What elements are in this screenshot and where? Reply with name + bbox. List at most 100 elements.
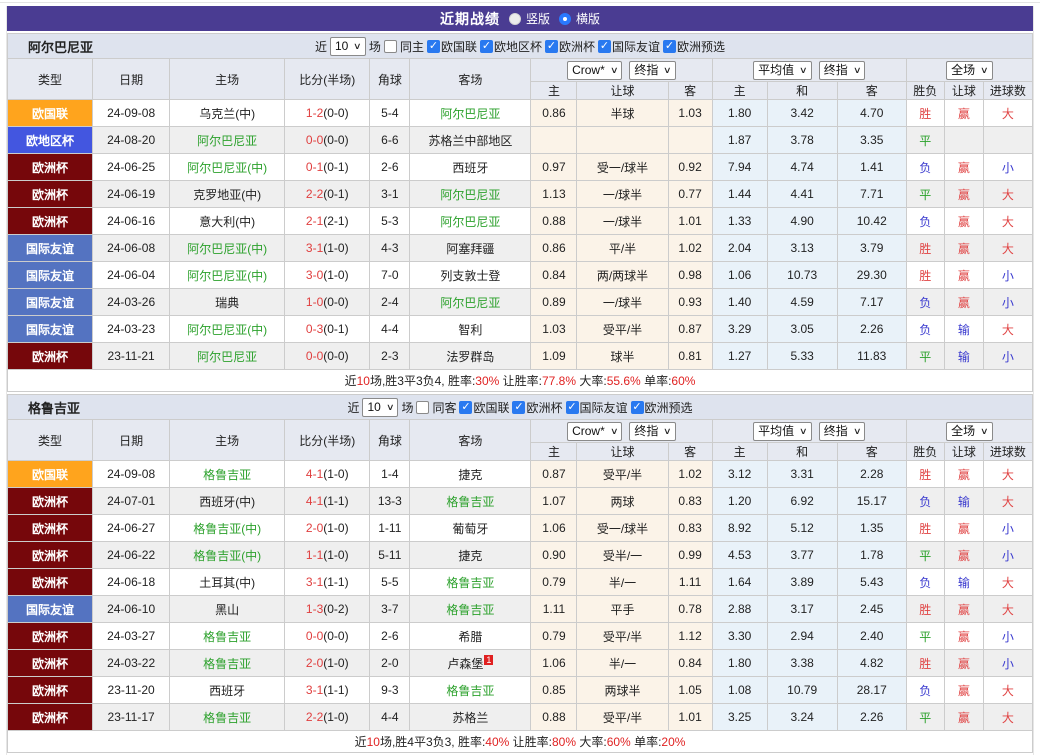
league-checkbox[interactable]: ✓ — [598, 40, 611, 53]
avg-away-odds: 2.40 — [837, 623, 906, 650]
competition-badge: 欧洲杯 — [8, 623, 93, 650]
page-title: 近期战绩 — [440, 9, 500, 29]
avg-away-odds: 2.45 — [837, 596, 906, 623]
match-row: 欧洲杯24-06-18土耳其(中)3-1(1-1)5-5格鲁吉亚0.79半/一1… — [8, 569, 1033, 596]
avg-draw-odds: 3.24 — [767, 704, 837, 731]
handicap-odds-home: 0.86 — [531, 100, 577, 127]
match-date: 23-11-21 — [93, 343, 170, 370]
competition-badge: 欧国联 — [8, 100, 93, 127]
section-filter-bar: 阿尔巴尼亚 近 10∨ 场 同主 ✓欧国联✓欧地区杯✓欧洲杯✓国际友谊✓欧洲预选 — [7, 33, 1033, 58]
match-row: 国际友谊24-06-08阿尔巴尼亚(中)3-1(1-0)4-3阿塞拜疆0.86平… — [8, 235, 1033, 262]
summary-text: 80% — [552, 735, 576, 749]
league-filter: ✓欧洲预选 — [663, 38, 725, 55]
handicap-line: 一/球半 — [577, 289, 668, 316]
league-checkbox[interactable]: ✓ — [545, 40, 558, 53]
col-corner: 角球 — [370, 420, 410, 461]
handicap-line: 球半 — [577, 343, 668, 370]
final-odds-select[interactable]: 终指∨ — [629, 422, 676, 441]
result-handicap: 赢 — [944, 677, 983, 704]
handicap-line: 半/一 — [577, 569, 668, 596]
league-filter: ✓欧国联 — [427, 38, 477, 55]
scope-select[interactable]: 全场∨ — [946, 61, 993, 80]
avg-home-odds: 2.88 — [712, 596, 767, 623]
result-goals: 小 — [983, 623, 1032, 650]
result-outcome: 负 — [906, 208, 944, 235]
match-row: 欧洲杯24-06-19克罗地亚(中)2-2(0-1)3-1阿尔巴尼亚1.13一/… — [8, 181, 1033, 208]
league-checkbox[interactable]: ✓ — [459, 401, 472, 414]
competition-badge: 欧洲杯 — [8, 677, 93, 704]
league-checkbox[interactable]: ✓ — [566, 401, 579, 414]
league-label: 欧洲预选 — [677, 38, 725, 55]
same-venue-checkbox[interactable] — [384, 40, 397, 53]
match-count-select[interactable]: 10∨ — [330, 37, 366, 56]
col-odds-line: 让球 — [577, 443, 668, 461]
score: 0-3(0-1) — [285, 316, 370, 343]
result-goals: 大 — [983, 461, 1032, 488]
handicap-odds-away: 1.01 — [668, 208, 712, 235]
avg-draw-odds: 3.78 — [767, 127, 837, 154]
radio-label: 横版 — [576, 10, 600, 27]
final-odds-select[interactable]: 终指∨ — [819, 422, 866, 441]
col-corner: 角球 — [370, 59, 410, 100]
scope-select[interactable]: 全场∨ — [946, 422, 993, 441]
home-team: 克罗地亚(中) — [170, 181, 285, 208]
radio-icon[interactable] — [509, 13, 521, 25]
bookmaker-select[interactable]: Crow*∨ — [567, 61, 622, 80]
avg-away-odds: 2.28 — [837, 461, 906, 488]
average-select[interactable]: 平均值∨ — [753, 61, 812, 80]
handicap-odds-away: 0.83 — [668, 515, 712, 542]
handicap-odds-away: 0.77 — [668, 181, 712, 208]
handicap-odds-home: 0.90 — [531, 542, 577, 569]
team-name: 阿尔巴尼亚 — [28, 37, 93, 56]
away-team: 阿尔巴尼亚 — [410, 100, 531, 127]
final-odds-select[interactable]: 终指∨ — [629, 61, 676, 80]
match-count-select[interactable]: 10∨ — [362, 398, 398, 417]
average-select[interactable]: 平均值∨ — [753, 422, 812, 441]
layout-radio-vertical[interactable]: 竖版 — [509, 10, 550, 27]
same-venue-checkbox[interactable] — [416, 401, 429, 414]
result-handicap: 赢 — [944, 154, 983, 181]
col-avg-away: 客 — [837, 443, 906, 461]
avg-away-odds: 1.41 — [837, 154, 906, 181]
avg-away-odds: 7.71 — [837, 181, 906, 208]
filters: 近 10∨ 场 同客 ✓欧国联✓欧洲杯✓国际友谊✓欧洲预选 — [347, 398, 692, 417]
layout-radio-horizontal[interactable]: 横版 — [559, 10, 600, 27]
avg-draw-odds: 3.77 — [767, 542, 837, 569]
handicap-odds-home: 0.97 — [531, 154, 577, 181]
handicap-odds-away — [668, 127, 712, 154]
league-filter: ✓国际友谊 — [598, 38, 660, 55]
corner-count: 6-6 — [370, 127, 410, 154]
same-venue-label: 同客 — [432, 399, 456, 416]
league-checkbox[interactable]: ✓ — [480, 40, 493, 53]
result-outcome: 胜 — [906, 650, 944, 677]
match-row: 欧洲杯24-06-16意大利(中)2-1(2-1)5-3阿尔巴尼亚0.88一/球… — [8, 208, 1033, 235]
corner-count: 5-3 — [370, 208, 410, 235]
home-team: 格鲁吉亚(中) — [170, 515, 285, 542]
competition-badge: 国际友谊 — [8, 596, 93, 623]
league-checkbox[interactable]: ✓ — [512, 401, 525, 414]
competition-badge: 欧洲杯 — [8, 488, 93, 515]
match-date: 24-06-08 — [93, 235, 170, 262]
match-date: 24-06-25 — [93, 154, 170, 181]
avg-home-odds: 8.92 — [712, 515, 767, 542]
league-checkbox[interactable]: ✓ — [427, 40, 440, 53]
match-row: 欧洲杯24-07-01西班牙(中)4-1(1-1)13-3格鲁吉亚1.07两球0… — [8, 488, 1033, 515]
league-filter-group: ✓欧国联✓欧地区杯✓欧洲杯✓国际友谊✓欧洲预选 — [427, 38, 725, 55]
bookmaker-select[interactable]: Crow*∨ — [567, 422, 622, 441]
league-checkbox[interactable]: ✓ — [631, 401, 644, 414]
competition-badge: 欧洲杯 — [8, 181, 93, 208]
league-checkbox[interactable]: ✓ — [663, 40, 676, 53]
final-odds-select[interactable]: 终指∨ — [819, 61, 866, 80]
radio-icon[interactable] — [559, 13, 571, 25]
handicap-odds-home: 0.88 — [531, 208, 577, 235]
match-date: 24-07-01 — [93, 488, 170, 515]
col-date: 日期 — [93, 59, 170, 100]
handicap-odds-home: 0.85 — [531, 677, 577, 704]
avg-away-odds: 28.17 — [837, 677, 906, 704]
avg-away-odds: 3.35 — [837, 127, 906, 154]
avg-draw-odds: 10.79 — [767, 677, 837, 704]
away-team: 阿尔巴尼亚 — [410, 181, 531, 208]
handicap-odds-home: 1.03 — [531, 316, 577, 343]
score: 1-1(1-0) — [285, 542, 370, 569]
team-section-albania: 阿尔巴尼亚 近 10∨ 场 同主 ✓欧国联✓欧地区杯✓欧洲杯✓国际友谊✓欧洲预选… — [7, 33, 1033, 392]
